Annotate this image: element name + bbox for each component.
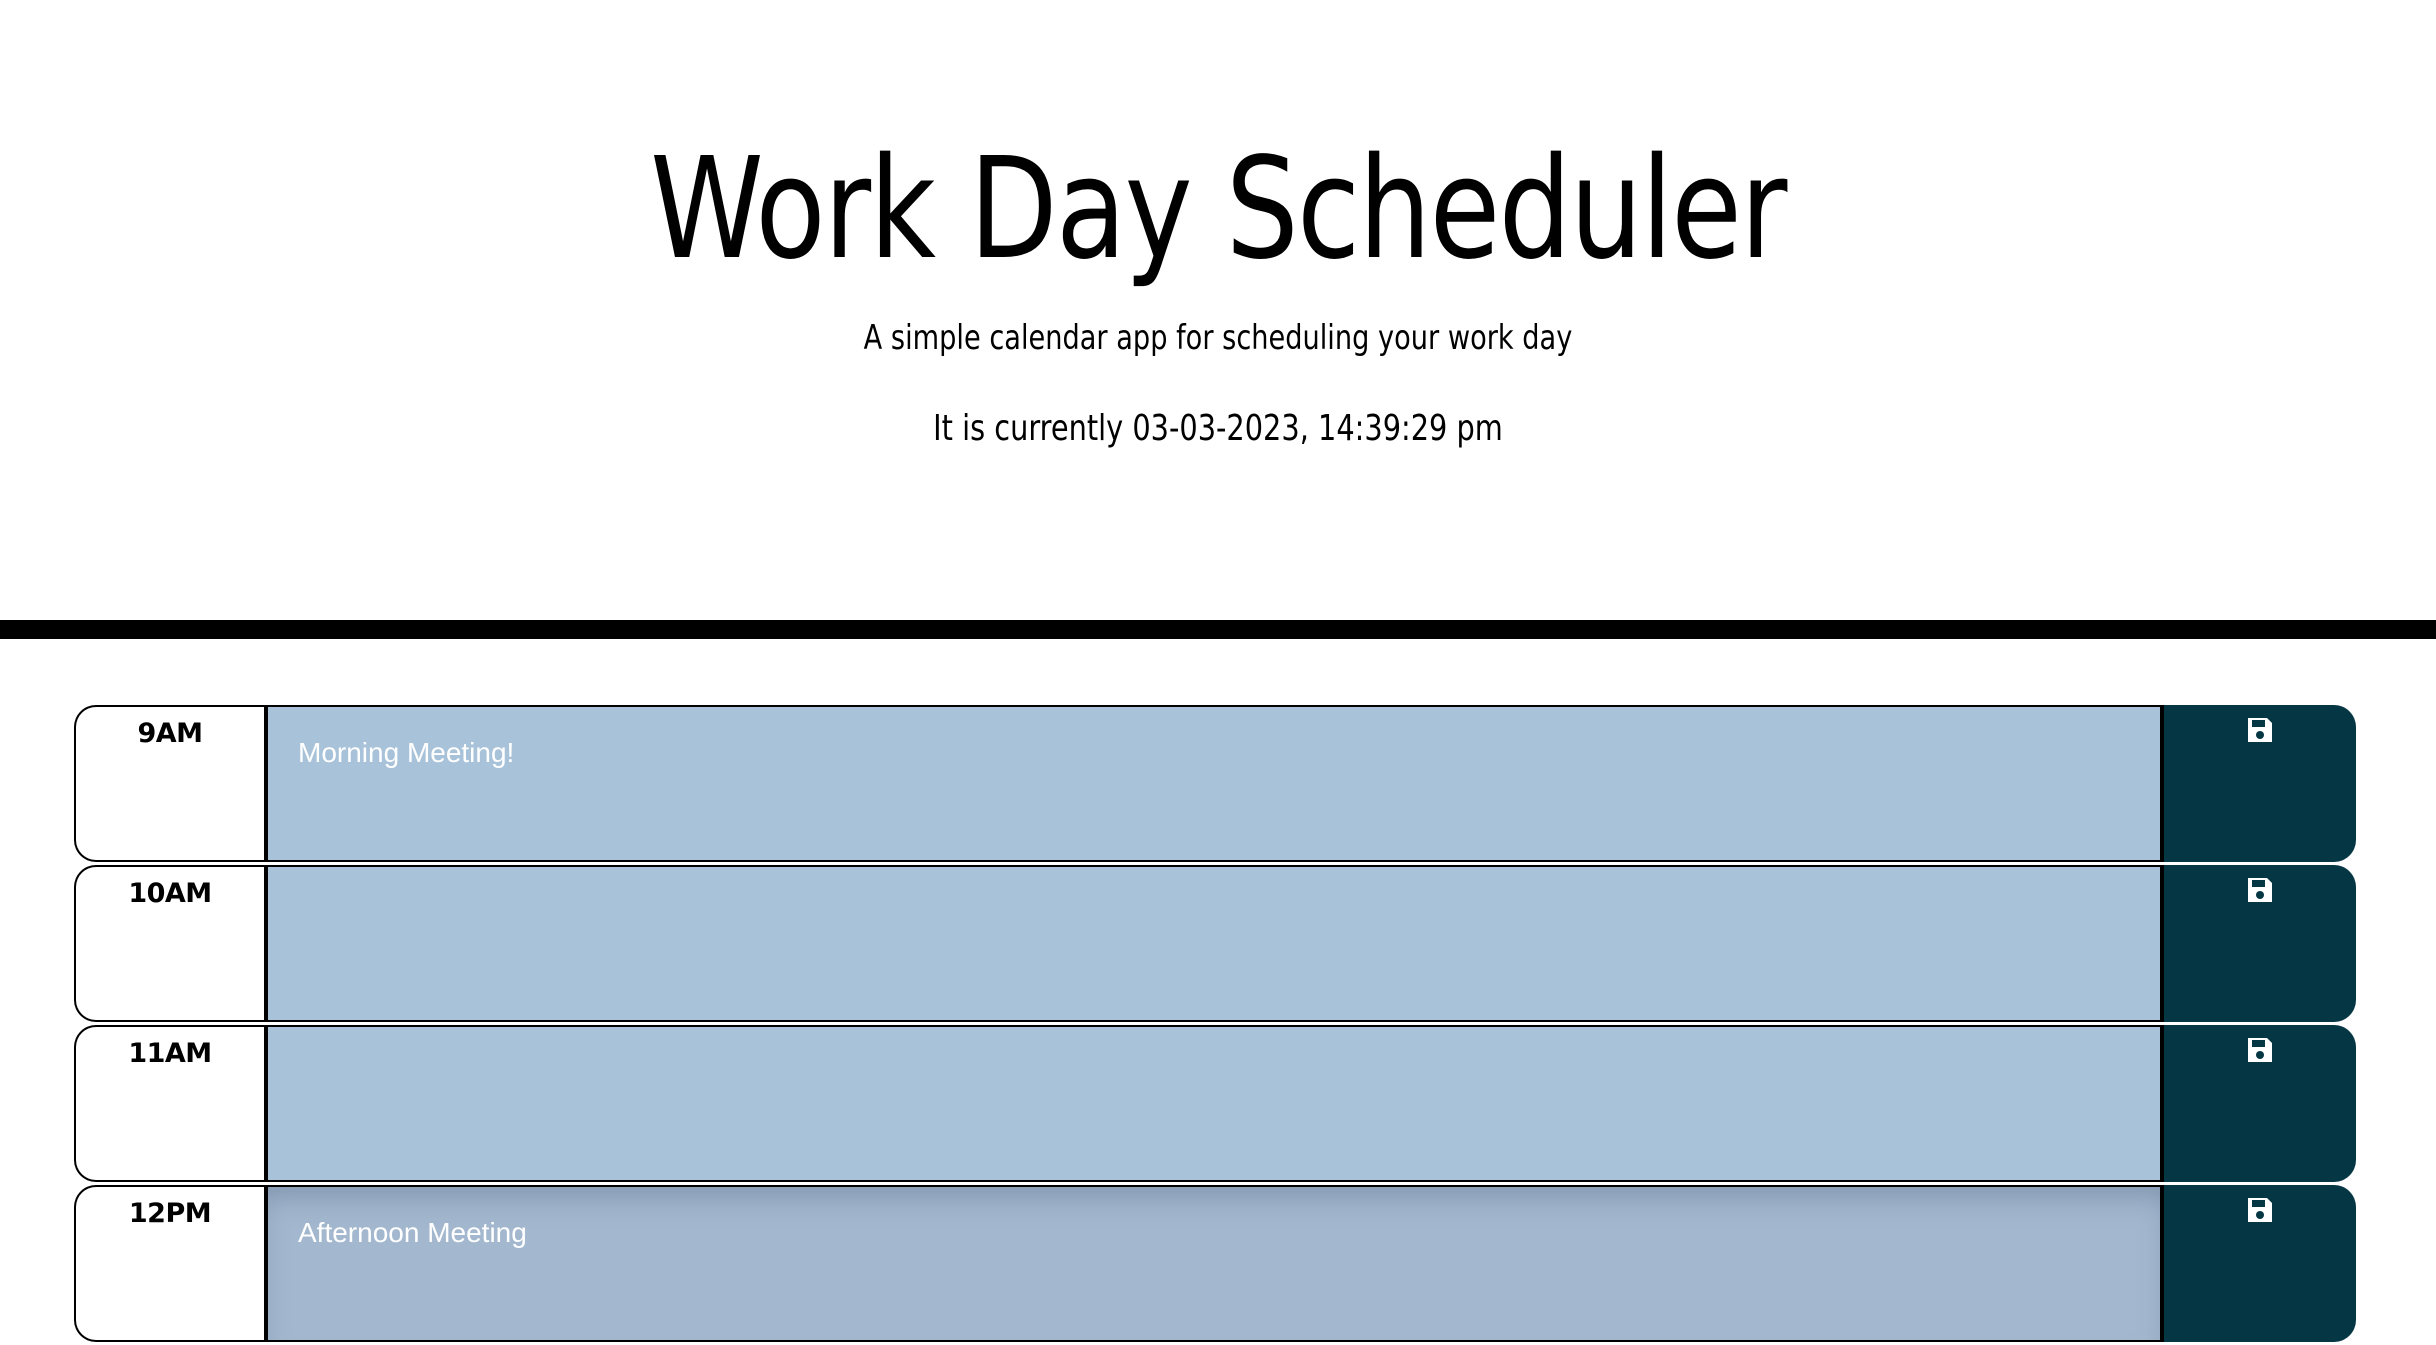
hour-label: 12PM <box>74 1185 264 1342</box>
save-button[interactable] <box>2164 1025 2356 1182</box>
save-button[interactable] <box>2164 1185 2356 1342</box>
floppy-disk-icon <box>2245 875 2275 905</box>
hour-label: 10AM <box>74 865 264 1022</box>
page-subtitle: A simple calendar app for scheduling you… <box>863 318 1573 358</box>
page-title: Work Day Scheduler <box>650 128 1787 291</box>
event-description-input[interactable] <box>264 865 2164 1022</box>
hour-label: 11AM <box>74 1025 264 1182</box>
time-block-10am: 10AM <box>74 865 2356 1022</box>
header: Work Day Scheduler A simple calendar app… <box>0 0 2436 620</box>
floppy-disk-icon <box>2245 715 2275 745</box>
floppy-disk-icon <box>2245 1035 2275 1065</box>
event-description-input[interactable]: Afternoon Meeting <box>264 1185 2164 1342</box>
hour-label: 9AM <box>74 705 264 862</box>
header-divider <box>0 620 2436 639</box>
time-block-9am: 9AM Morning Meeting! <box>74 705 2356 862</box>
event-description-input[interactable]: Morning Meeting! <box>264 705 2164 862</box>
save-button[interactable] <box>2164 865 2356 1022</box>
event-description-input[interactable] <box>264 1025 2164 1182</box>
time-block-12pm: 12PM Afternoon Meeting <box>74 1185 2356 1342</box>
current-day-time: It is currently 03-03-2023, 14:39:29 pm <box>933 408 1503 449</box>
save-button[interactable] <box>2164 705 2356 862</box>
floppy-disk-icon <box>2245 1195 2275 1225</box>
time-block-11am: 11AM <box>74 1025 2356 1182</box>
schedule-container: 9AM Morning Meeting! 10AM 11AM 12PM Afte… <box>74 705 2356 1345</box>
